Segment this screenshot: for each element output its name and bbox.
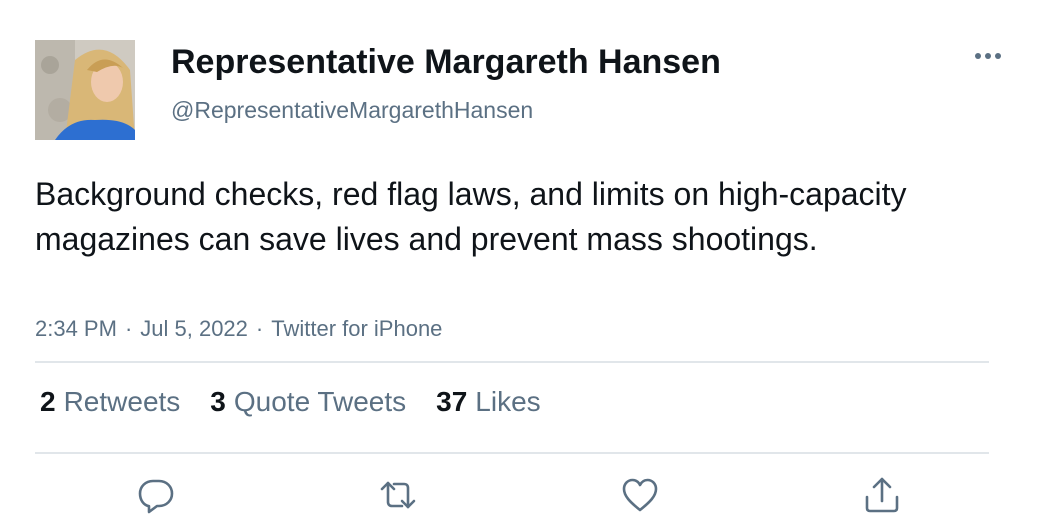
divider bbox=[35, 452, 989, 454]
retweets-stat[interactable]: 2 Retweets bbox=[40, 386, 180, 418]
quote-tweets-label: Quote Tweets bbox=[233, 386, 407, 417]
tweet-metadata: 2:34 PM · Jul 5, 2022 · Twitter for iPhone bbox=[35, 316, 442, 342]
tweet-date[interactable]: Jul 5, 2022 bbox=[140, 316, 248, 341]
tweet-source[interactable]: Twitter for iPhone bbox=[271, 316, 442, 341]
divider bbox=[35, 361, 989, 363]
reply-icon[interactable] bbox=[136, 475, 176, 515]
retweets-label: Retweets bbox=[63, 386, 181, 417]
engagement-stats: 2 Retweets 3 Quote Tweets 37 Likes bbox=[40, 386, 541, 418]
more-options-icon[interactable] bbox=[970, 42, 1006, 70]
author-handle[interactable]: @RepresentativeMargarethHansen bbox=[171, 97, 533, 124]
likes-stat[interactable]: 37 Likes bbox=[436, 386, 541, 418]
avatar[interactable] bbox=[35, 40, 135, 140]
like-icon[interactable] bbox=[620, 475, 660, 515]
quote-tweets-stat[interactable]: 3 Quote Tweets bbox=[210, 386, 406, 418]
tweet-text: Background checks, red flag laws, and li… bbox=[35, 176, 907, 257]
profile-photo-icon bbox=[35, 40, 135, 140]
tweet-time[interactable]: 2:34 PM bbox=[35, 316, 117, 341]
likes-label: Likes bbox=[475, 386, 541, 417]
tweet-detail: Representative Margareth Hansen @Represe… bbox=[0, 0, 1050, 525]
author-display-name[interactable]: Representative Margareth Hansen bbox=[171, 43, 721, 82]
likes-count: 37 bbox=[436, 386, 468, 417]
retweets-count: 2 bbox=[40, 386, 56, 417]
quote-tweets-count: 3 bbox=[210, 386, 226, 417]
retweet-icon[interactable] bbox=[378, 475, 418, 515]
share-icon[interactable] bbox=[862, 475, 902, 515]
meta-separator: · bbox=[124, 316, 133, 341]
meta-separator: · bbox=[255, 316, 264, 341]
